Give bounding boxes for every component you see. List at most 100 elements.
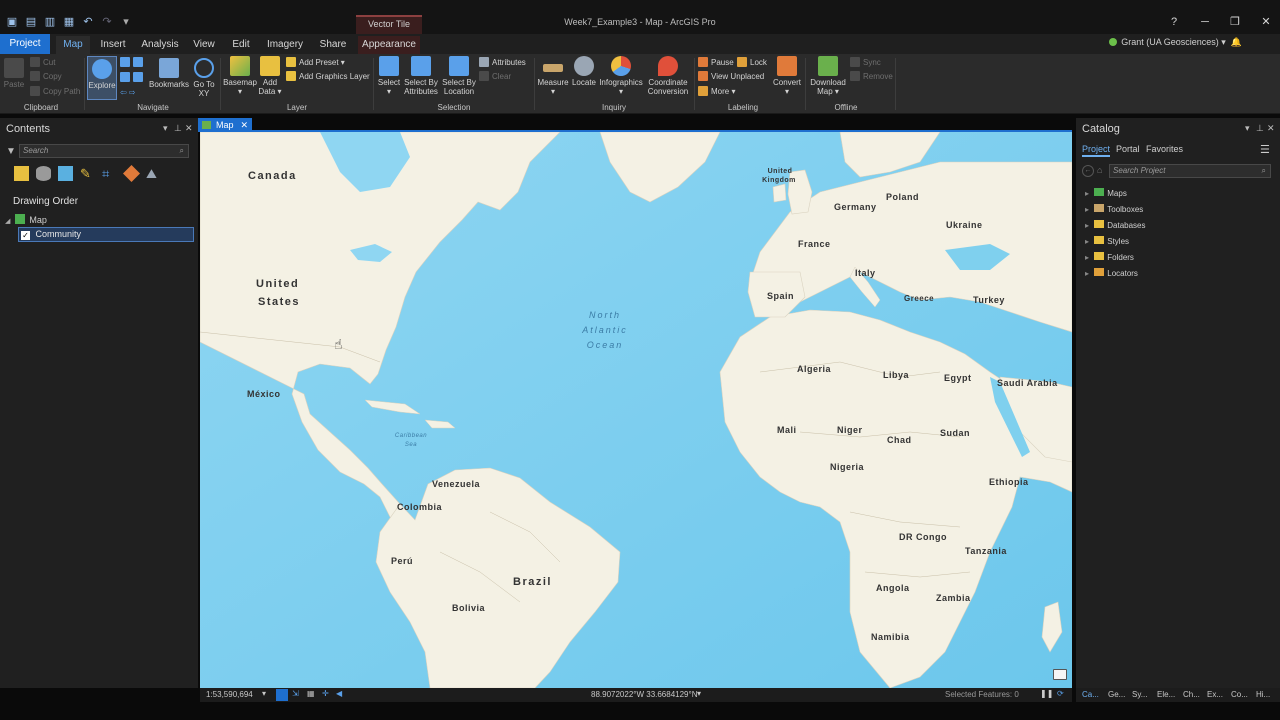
cut-button[interactable]: Cut [30,57,55,69]
pane-options-icon[interactable]: ▾ [163,123,168,134]
tab-share[interactable]: Share [316,36,350,54]
basemap-button[interactable]: Basemap ▾ [223,56,257,96]
maximize-icon[interactable]: ❐ [1224,15,1246,29]
previous-next-extent[interactable]: ⇦ ⇨ [120,87,136,99]
catalog-item-folders[interactable]: ▸ Folders [1085,250,1146,266]
catalog-item-locators[interactable]: ▸ Locators [1085,266,1146,282]
tab-insert[interactable]: Insert [96,36,130,54]
user-account[interactable]: Grant (UA Geosciences) ▾ 🔔 [1109,37,1242,48]
catalog-item-maps[interactable]: ▸ Maps [1085,186,1146,202]
back-icon[interactable]: ← [1082,165,1094,177]
close-window-icon[interactable]: ✕ [1255,15,1277,29]
save-as-icon[interactable]: ▦ [63,16,75,28]
minimize-icon[interactable]: ─ [1194,15,1216,29]
catalog-menu-icon[interactable]: ☰ [1260,143,1270,156]
catalog-tab-favorites[interactable]: Favorites [1146,144,1183,154]
tab-edit[interactable]: Edit [228,36,254,54]
catalog-tab-project[interactable]: Project [1082,144,1111,157]
map-scale[interactable]: 1:53,590,694 [206,690,253,699]
tab-view[interactable]: View [190,36,218,54]
add-data-button[interactable]: Add Data ▾ [258,56,282,96]
coordinate-format-dropdown-icon[interactable]: ▾ [697,689,701,698]
new-project-icon[interactable]: ▣ [6,16,18,28]
refresh-map-icon[interactable]: ⟳ [1057,689,1064,698]
list-by-labeling-icon[interactable] [123,165,140,182]
catalog-close-icon[interactable]: ✕ [1267,123,1275,134]
bottom-tab-geoprocessing[interactable]: Ge... [1108,690,1125,699]
explore-button[interactable]: Explore [87,56,117,100]
extent-tools[interactable] [120,72,146,84]
download-map-button[interactable]: Download Map ▾ [808,56,848,96]
locate-button[interactable]: Locate [570,56,598,87]
list-by-data-source-icon[interactable] [36,166,51,181]
pause-drawing-icon[interactable]: ❚❚ [1040,689,1053,698]
catalog-tab-portal[interactable]: Portal [1116,144,1140,154]
map-tree-item[interactable]: ◢ Map [5,214,47,226]
bottom-tab-history[interactable]: Hi... [1256,690,1270,699]
contents-search-input[interactable]: Search ⌕ [19,144,189,158]
customize-qa-icon[interactable]: ▾ [120,16,132,28]
bottom-tab-element[interactable]: Ele... [1157,690,1175,699]
bottom-tab-catalog[interactable]: Ca... [1082,690,1099,699]
map-view[interactable]: Canada United States México North Atlant… [200,132,1072,688]
undo-icon[interactable]: ↶ [82,16,94,28]
close-pane-icon[interactable]: ✕ [185,123,193,134]
map-view-tab[interactable]: Map ✕ [198,118,252,132]
attributes-button[interactable]: Attributes [479,57,526,69]
list-by-selection-icon[interactable] [58,166,73,181]
filter-icon[interactable]: ▼ [6,146,16,157]
pause-labeling-button[interactable]: Pause [698,57,734,69]
select-by-attributes-button[interactable]: Select By Attributes [402,56,440,96]
select-button[interactable]: Select ▾ [375,56,403,96]
remove-offline-button[interactable]: Remove [850,71,893,83]
catalog-filter-icon[interactable]: ⌂ [1097,165,1102,175]
list-by-perspective-icon[interactable]: ⛰ [146,166,161,181]
map-overview-icon[interactable] [1053,669,1067,680]
scale-dropdown-icon[interactable]: ▾ [262,689,266,698]
layer-visibility-checkbox[interactable]: ✓ [21,231,30,240]
bottom-tab-symbology[interactable]: Sy... [1132,690,1147,699]
sync-button[interactable]: Sync [850,57,881,69]
open-project-icon[interactable]: ▤ [25,16,37,28]
list-by-snapping-icon[interactable]: ⌗ [102,166,117,181]
goto-xy-button[interactable]: Go To XY [192,58,216,98]
fixed-scale-icon[interactable] [276,689,288,701]
catalog-item-toolboxes[interactable]: ▸ Toolboxes [1085,202,1146,218]
pin-icon[interactable]: ⊥ [174,123,182,134]
tab-analysis[interactable]: Analysis [138,36,182,54]
more-labeling-button[interactable]: More ▾ [698,86,735,98]
bottom-tab-contents[interactable]: Co... [1231,690,1248,699]
add-graphics-layer-button[interactable]: Add Graphics Layer [286,71,370,83]
copy-button[interactable]: Copy [30,71,62,83]
bottom-tab-chart[interactable]: Ch... [1183,690,1200,699]
tab-project[interactable]: Project [0,34,50,54]
catalog-item-databases[interactable]: ▸ Databases [1085,218,1146,234]
select-by-location-button[interactable]: Select By Location [440,56,478,96]
add-preset-button[interactable]: Add Preset ▾ [286,57,345,69]
measure-button[interactable]: Measure ▾ [537,56,569,96]
refresh-icon[interactable]: ◀ [336,689,342,698]
tab-map[interactable]: Map [56,36,90,54]
save-icon[interactable]: ▥ [44,16,56,28]
copy-path-button[interactable]: Copy Path [30,86,80,98]
infographics-button[interactable]: Infographics ▾ [598,56,644,96]
layer-item-community[interactable]: ✓ Community [18,227,194,242]
redo-icon[interactable]: ↷ [101,16,113,28]
clear-selection-button[interactable]: Clear [479,71,511,83]
list-by-drawing-order-icon[interactable] [14,166,29,181]
tab-imagery[interactable]: Imagery [264,36,306,54]
snapping-icon[interactable]: ✛ [322,689,329,698]
coordinate-conversion-button[interactable]: Coordinate Conversion [644,56,692,96]
zoom-tools[interactable] [120,57,146,69]
paste-button[interactable]: Paste [2,58,26,89]
catalog-item-styles[interactable]: ▸ Styles [1085,234,1146,250]
bookmarks-button[interactable]: Bookmarks [148,58,190,89]
scale-lock-icon[interactable]: ⇲ [292,689,299,698]
close-map-tab-icon[interactable]: ✕ [240,118,248,132]
bottom-tab-export[interactable]: Ex... [1207,690,1223,699]
catalog-options-icon[interactable]: ▾ [1245,123,1250,134]
collapse-arrow-icon[interactable]: ◢ [5,218,10,225]
catalog-pin-icon[interactable]: ⊥ [1256,123,1264,134]
list-by-editing-icon[interactable]: ✎ [80,166,95,181]
view-unplaced-button[interactable]: View Unplaced [698,71,764,83]
